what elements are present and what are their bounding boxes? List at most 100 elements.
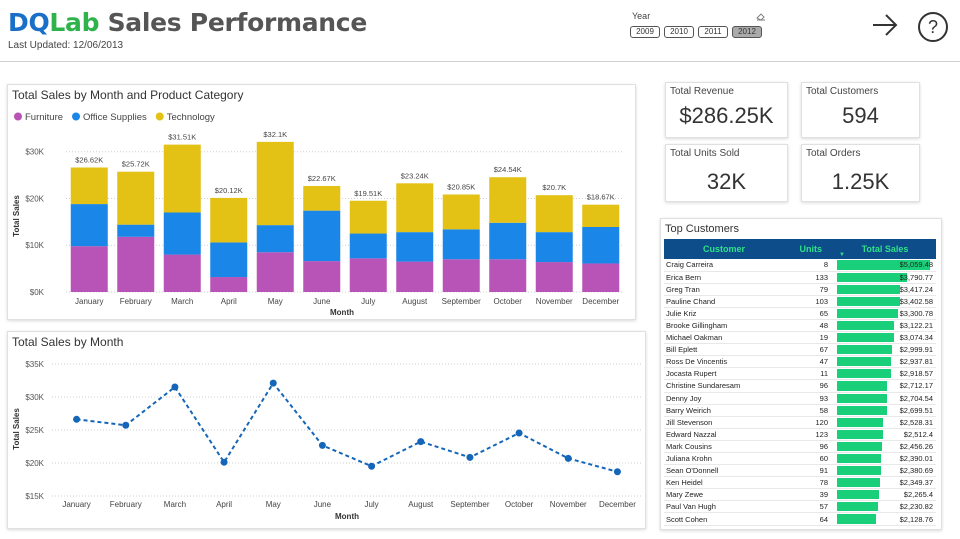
bar-segment-office-supplies	[582, 226, 620, 264]
table-row[interactable]: Craig Carreira 8 $5,059.48	[664, 259, 936, 272]
line-point	[220, 458, 228, 466]
table-row[interactable]: Denny Joy 93 $2,704.54	[664, 392, 936, 405]
x-tick-label: June	[314, 500, 332, 509]
customer-name-cell: Greg Tran	[664, 283, 784, 296]
table-row[interactable]: Sean O'Donnell 91 $2,380.69	[664, 464, 936, 478]
x-tick-label: March	[171, 297, 193, 306]
x-tick-label: May	[266, 500, 281, 509]
customer-name-cell: Sean O'Donnell	[664, 464, 784, 478]
bar-segment-furniture	[582, 263, 620, 292]
bar-segment-furniture	[256, 252, 294, 292]
last-updated-text: Last Updated: 12/06/2013	[8, 40, 124, 51]
total-sales-cell: $2,456.26	[834, 440, 936, 454]
table-row[interactable]: Mark Cousins 96 $2,456.26	[664, 440, 936, 454]
sales-data-bar	[837, 454, 881, 464]
y-axis-label: Total Sales	[12, 408, 21, 450]
x-tick-label: January	[75, 297, 103, 306]
bar-segment-technology	[210, 197, 248, 243]
column-header-units[interactable]: Units	[784, 239, 834, 259]
sales-data-bar	[837, 320, 895, 331]
table-row[interactable]: Jill Stevenson 120 $2,528.31	[664, 416, 936, 429]
year-button-2012[interactable]: 2012	[732, 26, 762, 38]
sales-data-bar	[837, 429, 884, 439]
total-sales-cell: $3,300.78	[834, 307, 936, 320]
bar-segment-technology	[489, 177, 527, 223]
arrow-right-icon[interactable]	[870, 10, 900, 48]
year-button-2009[interactable]: 2009	[630, 26, 660, 38]
y-tick-label: $10K	[25, 241, 44, 250]
year-button-2011[interactable]: 2011	[698, 26, 728, 38]
units-cell: 60	[784, 452, 834, 466]
x-tick-label: January	[62, 500, 90, 509]
table-row[interactable]: Edward Nazzal 123 $2,512.4	[664, 428, 936, 441]
table-row[interactable]: Juliana Krohn 60 $2,390.01	[664, 452, 936, 466]
kpi-title: Total Units Sold	[670, 148, 740, 159]
sales-value: $2,390.01	[899, 454, 933, 464]
table-row[interactable]: Jocasta Rupert 11 $2,918.57	[664, 367, 936, 381]
total-sales-cell: $3,402.58	[834, 295, 936, 308]
customer-name-cell: Brooke Gillingham	[664, 319, 784, 333]
table-row[interactable]: Ken Heidel 78 $2,349.37	[664, 476, 936, 490]
line-point	[417, 438, 425, 446]
bar-segment-office-supplies	[396, 232, 434, 262]
kpi-title: Total Customers	[806, 86, 879, 97]
units-cell: 103	[784, 295, 834, 308]
table-row[interactable]: Christine Sundaresam 96 $2,712.17	[664, 379, 936, 393]
x-tick-label: August	[408, 500, 434, 509]
table-row[interactable]: Erica Bern 133 $3,790.77	[664, 271, 936, 284]
units-cell: 8	[784, 259, 834, 272]
legend-marker-technology	[155, 112, 164, 121]
y-tick-label: $30K	[25, 148, 44, 157]
bar-segment-furniture	[489, 259, 527, 292]
customer-name-cell: Barry Weirich	[664, 404, 784, 417]
table-row[interactable]: Paul Van Hugh 57 $2,230.82	[664, 500, 936, 514]
kpi-value: 594	[842, 103, 879, 128]
table-row[interactable]: Julie Kriz 65 $3,300.78	[664, 307, 936, 320]
table-row[interactable]: Greg Tran 79 $3,417.24	[664, 283, 936, 296]
x-tick-label: February	[110, 500, 142, 509]
kpi-title: Total Revenue	[670, 86, 734, 97]
table-row[interactable]: Mary Zewe 39 $2,265.4	[664, 488, 936, 502]
x-tick-label: April	[221, 297, 237, 306]
total-sales-cell: $2,265.4	[834, 488, 936, 502]
sales-data-bar	[837, 369, 891, 379]
x-tick-label: March	[164, 500, 186, 509]
bar-segment-furniture	[349, 258, 387, 292]
bar-segment-office-supplies	[349, 233, 387, 259]
column-header-total-sales[interactable]: Total Sales ▼	[834, 239, 936, 259]
legend-label: Technology	[167, 112, 215, 123]
table-row[interactable]: Pauline Chand 103 $3,402.58	[664, 295, 936, 308]
units-cell: 47	[784, 355, 834, 369]
legend-marker-furniture	[14, 112, 22, 121]
question-circle-icon[interactable]: ?	[917, 11, 949, 51]
units-cell: 57	[784, 500, 834, 514]
bar-data-label: $22.67K	[308, 174, 336, 183]
x-tick-label: December	[582, 297, 619, 306]
line-point	[269, 379, 277, 387]
units-cell: 67	[784, 343, 834, 357]
table-row[interactable]: Scott Cohen 64 $2,128.76	[664, 512, 936, 526]
total-sales-cell: $2,937.81	[834, 355, 936, 369]
svg-text:?: ?	[928, 17, 938, 37]
sales-value: $2,704.54	[899, 393, 933, 403]
sales-value: $2,712.17	[899, 381, 933, 391]
line-point	[613, 468, 621, 476]
sales-value: $2,349.37	[899, 478, 933, 488]
line-point	[171, 383, 179, 391]
eraser-icon[interactable]	[756, 12, 766, 23]
x-tick-label: August	[402, 297, 428, 306]
column-header-customer[interactable]: Customer	[664, 239, 784, 259]
year-button-2010[interactable]: 2010	[664, 26, 694, 38]
table-row[interactable]: Michael Oakman 19 $3,074.34	[664, 331, 936, 345]
bar-segment-technology	[442, 194, 480, 230]
sales-data-bar	[837, 490, 879, 500]
x-axis-label: Month	[335, 512, 359, 521]
table-row[interactable]: Brooke Gillingham 48 $3,122.21	[664, 319, 936, 333]
total-sales-cell: $3,122.21	[834, 319, 936, 333]
bar-segment-technology	[303, 185, 341, 211]
sales-data-bar	[837, 478, 881, 488]
table-row[interactable]: Bill Eplett 67 $2,999.91	[664, 343, 936, 357]
table-row[interactable]: Barry Weirich 58 $2,699.51	[664, 404, 936, 417]
table-row[interactable]: Ross De Vincentis 47 $2,937.81	[664, 355, 936, 369]
y-tick-label: $20K	[25, 459, 44, 468]
